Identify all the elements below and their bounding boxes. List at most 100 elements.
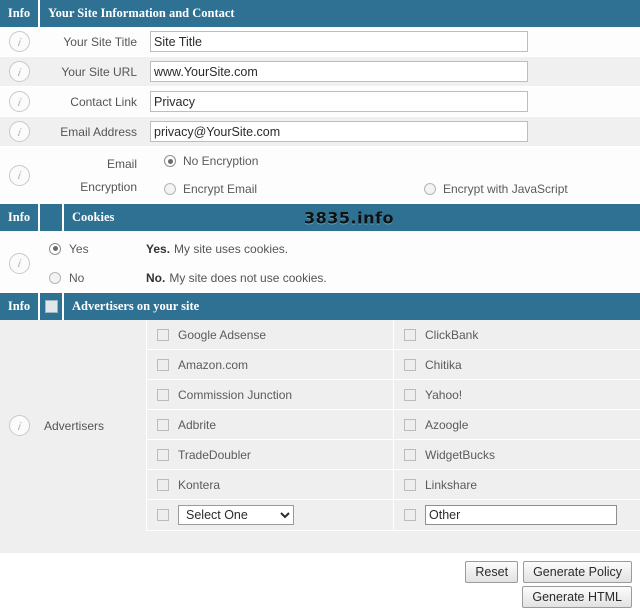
info-cell[interactable] (0, 234, 38, 292)
row-contact-link: Contact Link (0, 87, 640, 117)
site-info-header-title: Your Site Information and Contact (40, 0, 640, 27)
info-icon[interactable] (8, 164, 30, 186)
checkbox-google-adsense[interactable] (157, 328, 169, 341)
cookies-yes-description-text: My site uses cookies. (174, 241, 289, 256)
advertisers-row-label: Advertisers (44, 418, 105, 433)
encryption-row-2: Encrypt Email Encrypt with JavaScript (164, 175, 568, 203)
radio-cookies-no-label: No (69, 270, 85, 285)
generate-html-button[interactable]: Generate HTML (522, 586, 632, 608)
info-icon[interactable] (8, 61, 30, 82)
info-cell[interactable] (0, 87, 38, 116)
radio-encrypt-javascript[interactable]: Encrypt with JavaScript (424, 182, 568, 196)
radio-encrypt-email-indicator[interactable] (164, 183, 176, 195)
advertiser-row: Kontera Linkshare (146, 470, 640, 500)
advertiser-row: Adbrite Azoogle (146, 410, 640, 440)
checkbox-select-one[interactable] (157, 509, 169, 521)
radio-encrypt-javascript-label: Encrypt with JavaScript (443, 182, 568, 196)
row-email-address: Email Address (0, 117, 640, 147)
contact-link-input[interactable] (150, 91, 528, 112)
checkbox-linkshare[interactable] (404, 478, 416, 491)
generate-policy-button[interactable]: Generate Policy (523, 561, 632, 583)
checkbox-azoogle[interactable] (404, 418, 416, 431)
cookies-yes-description: Yes. My site uses cookies. (146, 234, 640, 263)
advertiser-option-clickbank[interactable]: ClickBank (393, 320, 640, 349)
radio-no-encryption-label: No Encryption (183, 154, 259, 168)
checkbox-commission-junction[interactable] (157, 388, 169, 401)
label-site-title: Your Site Title (63, 34, 137, 49)
advertiser-option-kontera[interactable]: Kontera (146, 470, 393, 499)
advertiser-option-chitika[interactable]: Chitika (393, 350, 640, 379)
label-adbrite: Adbrite (178, 417, 217, 432)
checkbox-clickbank[interactable] (404, 328, 416, 341)
select-all-checkbox[interactable] (44, 300, 58, 313)
advertiser-option-linkshare[interactable]: Linkshare (393, 470, 640, 499)
advertiser-option-other[interactable] (393, 500, 640, 530)
info-cell[interactable] (0, 147, 38, 203)
advertiser-option-amazon[interactable]: Amazon.com (146, 350, 393, 379)
checkbox-widgetbucks[interactable] (404, 448, 416, 461)
privacy-policy-generator-form: Info Your Site Information and Contact Y… (0, 0, 640, 608)
row-site-title: Your Site Title (0, 27, 640, 57)
radio-encrypt-javascript-indicator[interactable] (424, 183, 436, 195)
cookies-rows: Yes Yes. My site uses cookies. No No. My… (0, 231, 640, 292)
advertisers-body: Advertisers Google Adsense ClickBank Ama… (0, 320, 640, 531)
info-cell[interactable] (0, 117, 38, 146)
advertiser-option-tradedoubler[interactable]: TradeDoubler (146, 440, 393, 469)
site-title-input[interactable] (150, 31, 528, 52)
field-cell (146, 87, 640, 116)
info-icon[interactable] (8, 121, 30, 142)
advertiser-option-select-one[interactable]: Select One (146, 500, 393, 530)
button-row-secondary: Generate HTML (522, 586, 632, 608)
advertisers-header-info-label: Info (0, 293, 38, 320)
label-contact-link: Contact Link (70, 94, 137, 109)
radio-encrypt-email[interactable]: Encrypt Email (164, 182, 424, 196)
checkbox-amazon[interactable] (157, 358, 169, 371)
advertiser-option-adbrite[interactable]: Adbrite (146, 410, 393, 439)
info-cell[interactable] (0, 57, 38, 86)
cookies-row-no: No No. My site does not use cookies. (38, 263, 640, 292)
checkbox-yahoo[interactable] (404, 388, 416, 401)
radio-cookies-yes[interactable]: Yes (38, 234, 146, 263)
radio-no-encryption[interactable]: No Encryption (164, 154, 424, 168)
label-linkshare: Linkshare (425, 477, 478, 492)
advertisers-select-all-cell[interactable] (40, 293, 62, 320)
field-cell (146, 27, 640, 56)
info-cell[interactable] (0, 27, 38, 56)
checkbox-adbrite[interactable] (157, 418, 169, 431)
info-icon[interactable] (8, 252, 30, 274)
info-cell[interactable] (0, 320, 38, 531)
info-icon[interactable] (8, 31, 30, 52)
cookies-header-title: Cookies 3835.info (64, 204, 640, 231)
info-icon[interactable] (8, 415, 30, 436)
advertiser-option-azoogle[interactable]: Azoogle (393, 410, 640, 439)
advertiser-option-widgetbucks[interactable]: WidgetBucks (393, 440, 640, 469)
checkbox-tradedoubler[interactable] (157, 448, 169, 461)
site-info-header-info-label: Info (0, 0, 38, 27)
advertiser-select-dropdown[interactable]: Select One (178, 505, 294, 525)
email-address-input[interactable] (150, 121, 528, 142)
cookies-header-info-label: Info (0, 204, 38, 231)
advertiser-row: TradeDoubler WidgetBucks (146, 440, 640, 470)
reset-button[interactable]: Reset (465, 561, 519, 583)
radio-no-encryption-indicator[interactable] (164, 155, 176, 167)
row-site-url: Your Site URL (0, 57, 640, 87)
label-amazon: Amazon.com (178, 357, 249, 372)
radio-encrypt-email-label: Encrypt Email (183, 182, 258, 196)
checkbox-chitika[interactable] (404, 358, 416, 371)
radio-cookies-yes-indicator[interactable] (49, 242, 61, 255)
site-url-input[interactable] (150, 61, 528, 82)
checkbox-kontera[interactable] (157, 478, 169, 491)
cookies-header-spacer (40, 204, 62, 231)
cookies-no-description-text: My site does not use cookies. (169, 270, 327, 285)
radio-cookies-no-indicator[interactable] (49, 271, 61, 284)
cookies-row-yes: Yes Yes. My site uses cookies. (38, 234, 640, 263)
checkbox-other[interactable] (404, 509, 416, 521)
label-widgetbucks: WidgetBucks (425, 447, 496, 462)
advertiser-option-google-adsense[interactable]: Google Adsense (146, 320, 393, 349)
advertiser-option-commission-junction[interactable]: Commission Junction (146, 380, 393, 409)
advertiser-option-yahoo[interactable]: Yahoo! (393, 380, 640, 409)
advertiser-other-input[interactable] (425, 505, 617, 525)
info-icon[interactable] (8, 91, 30, 112)
radio-cookies-no[interactable]: No (38, 263, 146, 292)
encryption-row-1: No Encryption (164, 147, 568, 175)
